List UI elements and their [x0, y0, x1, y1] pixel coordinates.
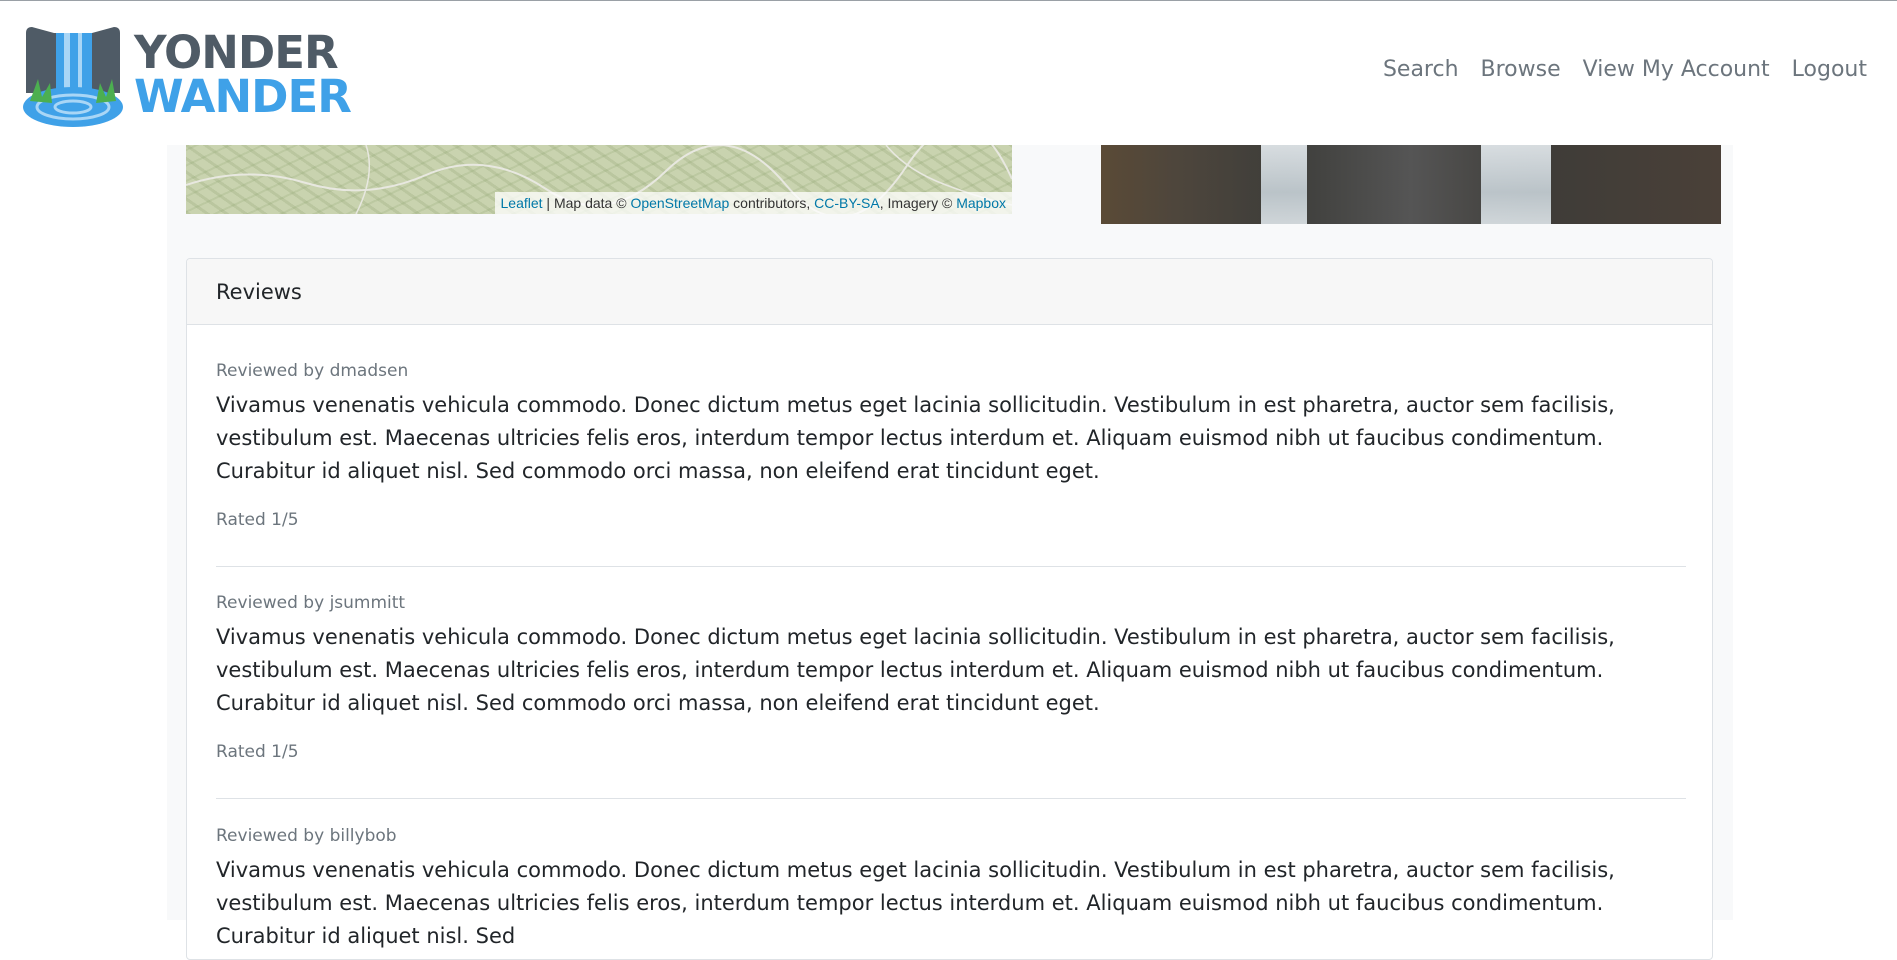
review-item: Reviewed by billybob Vivamus venenatis v… — [216, 826, 1686, 953]
review-item: Reviewed by jsummitt Vivamus venenatis v… — [216, 593, 1686, 762]
main-content: Leaflet | Map data © OpenStreetMap contr… — [167, 145, 1733, 960]
photo-falls-left — [1261, 145, 1307, 224]
nav-browse-link[interactable]: Browse — [1481, 57, 1561, 82]
nav-view-my-account-link[interactable]: View My Account — [1583, 57, 1770, 82]
logo-line-1: YONDER — [134, 26, 339, 79]
main-nav: Search Browse View My Account Logout — [1383, 57, 1867, 82]
waterfall-photo — [1101, 145, 1721, 224]
review-rating: Rated 1/5 — [216, 742, 299, 762]
review-text: Vivamus venenatis vehicula commodo. Done… — [216, 858, 1615, 948]
leaflet-link[interactable]: Leaflet — [501, 195, 543, 211]
review-author: Reviewed by jsummitt — [216, 593, 406, 613]
map[interactable]: Leaflet | Map data © OpenStreetMap contr… — [186, 145, 1012, 214]
review-divider — [216, 566, 1686, 567]
photo-falls-right — [1481, 145, 1551, 224]
review-author: Reviewed by billybob — [216, 826, 397, 846]
review-text: Vivamus venenatis vehicula commodo. Done… — [216, 393, 1615, 483]
nav-logout-link[interactable]: Logout — [1792, 57, 1867, 82]
logo-line-2: WANDER — [134, 70, 352, 123]
reviews-card: Reviews Reviewed by dmadsen Vivamus vene… — [186, 258, 1713, 960]
openstreetmap-link[interactable]: OpenStreetMap — [630, 195, 729, 211]
reviews-header: Reviews — [187, 259, 1712, 325]
mapbox-link[interactable]: Mapbox — [956, 195, 1006, 211]
waterfall-logo-icon — [23, 27, 123, 127]
attribution-text-1: | Map data © — [542, 195, 631, 211]
navbar: YONDER WANDER Search Browse View My Acco… — [0, 1, 1897, 145]
attribution-text-2: contributors, — [729, 195, 815, 211]
review-rating: Rated 1/5 — [216, 510, 299, 530]
map-attribution: Leaflet | Map data © OpenStreetMap contr… — [494, 192, 1012, 214]
review-divider — [216, 798, 1686, 799]
nav-search-link[interactable]: Search — [1383, 57, 1459, 82]
logo-wordmark: YONDER WANDER — [134, 26, 352, 123]
cc-by-sa-link[interactable]: CC-BY-SA — [814, 195, 880, 211]
review-author: Reviewed by dmadsen — [216, 361, 409, 381]
attribution-text-3: , Imagery © — [879, 195, 957, 211]
logo[interactable]: YONDER WANDER — [20, 23, 352, 131]
review-item: Reviewed by dmadsen Vivamus venenatis ve… — [216, 361, 1686, 530]
review-text: Vivamus venenatis vehicula commodo. Done… — [216, 625, 1615, 715]
